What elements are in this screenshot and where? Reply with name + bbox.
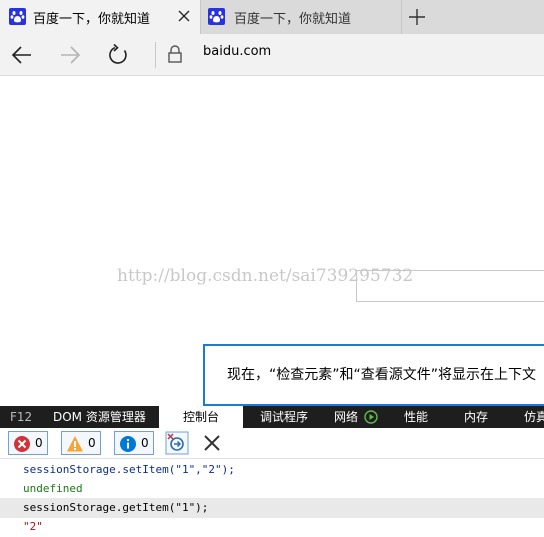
arrow-right-icon[interactable] xyxy=(58,43,82,67)
page-content: http://blog.csdn.net/sai739295732 现在，“检查… xyxy=(0,76,544,406)
console-line-input: sessionStorage.setItem("1","2"); xyxy=(23,463,235,476)
errors-filter-button[interactable]: 0 xyxy=(8,431,48,455)
warnings-count: 0 xyxy=(88,436,96,450)
tab-title: 百度一下，你就知道 xyxy=(234,12,352,27)
lock-icon[interactable] xyxy=(167,44,183,64)
tab-strip: 百度一下，你就知道 百度一下，你就知道 xyxy=(0,0,544,34)
tab-dom-explorer[interactable]: DOM 资源管理器 xyxy=(53,406,146,428)
play-icon[interactable] xyxy=(364,410,378,424)
tab-network[interactable]: 网络 xyxy=(334,406,358,428)
messages-filter-button[interactable]: 0 xyxy=(114,431,154,455)
close-icon[interactable] xyxy=(177,9,191,23)
console-toolbar: 0 0 0 xyxy=(0,428,544,459)
console-output: sessionStorage.setItem("1","2"); undefin… xyxy=(0,459,544,533)
browser-tab[interactable]: 百度一下，你就知道 xyxy=(200,0,402,34)
tab-emulation[interactable]: 仿真 xyxy=(524,406,544,428)
baidu-paw-icon xyxy=(9,8,26,25)
errors-count: 0 xyxy=(35,436,43,450)
address-bar[interactable]: baidu.com xyxy=(203,44,271,59)
warning-icon xyxy=(67,436,83,452)
devtools-tab-bar: F12 DOM 资源管理器 控制台 调试程序 网络 性能 内存 仿真 xyxy=(0,406,544,428)
info-icon xyxy=(120,436,136,452)
warnings-filter-button[interactable]: 0 xyxy=(61,431,101,455)
baidu-paw-icon xyxy=(208,8,225,25)
notice-text: 现在，“检查元素”和“查看源文件”将显示在上下文 xyxy=(227,367,537,383)
devtools-f12-label: F12 xyxy=(10,410,33,424)
tab-performance[interactable]: 性能 xyxy=(404,406,428,428)
console-line-output: "2" xyxy=(23,520,43,533)
refresh-icon[interactable] xyxy=(106,43,130,67)
tab-debugger[interactable]: 调试程序 xyxy=(260,406,308,428)
console-line-input: sessionStorage.getItem("1"); xyxy=(0,498,544,518)
clear-icon[interactable] xyxy=(200,431,224,455)
browser-tab-active[interactable]: 百度一下，你就知道 xyxy=(0,0,200,34)
arrow-left-icon[interactable] xyxy=(10,43,34,67)
error-icon xyxy=(14,436,30,452)
tab-title: 百度一下，你就知道 xyxy=(33,12,151,27)
divider xyxy=(155,42,156,68)
notice-banner: 现在，“检查元素”和“查看源文件”将显示在上下文 xyxy=(203,344,544,406)
clear-on-navigate-icon[interactable] xyxy=(165,431,189,455)
search-input[interactable] xyxy=(356,270,544,302)
tab-memory[interactable]: 内存 xyxy=(464,406,488,428)
navigation-bar: baidu.com xyxy=(0,34,544,76)
plus-icon[interactable] xyxy=(407,7,427,27)
tab-console[interactable]: 控制台 xyxy=(159,406,243,428)
console-line-output: undefined xyxy=(23,482,83,495)
messages-count: 0 xyxy=(141,436,149,450)
